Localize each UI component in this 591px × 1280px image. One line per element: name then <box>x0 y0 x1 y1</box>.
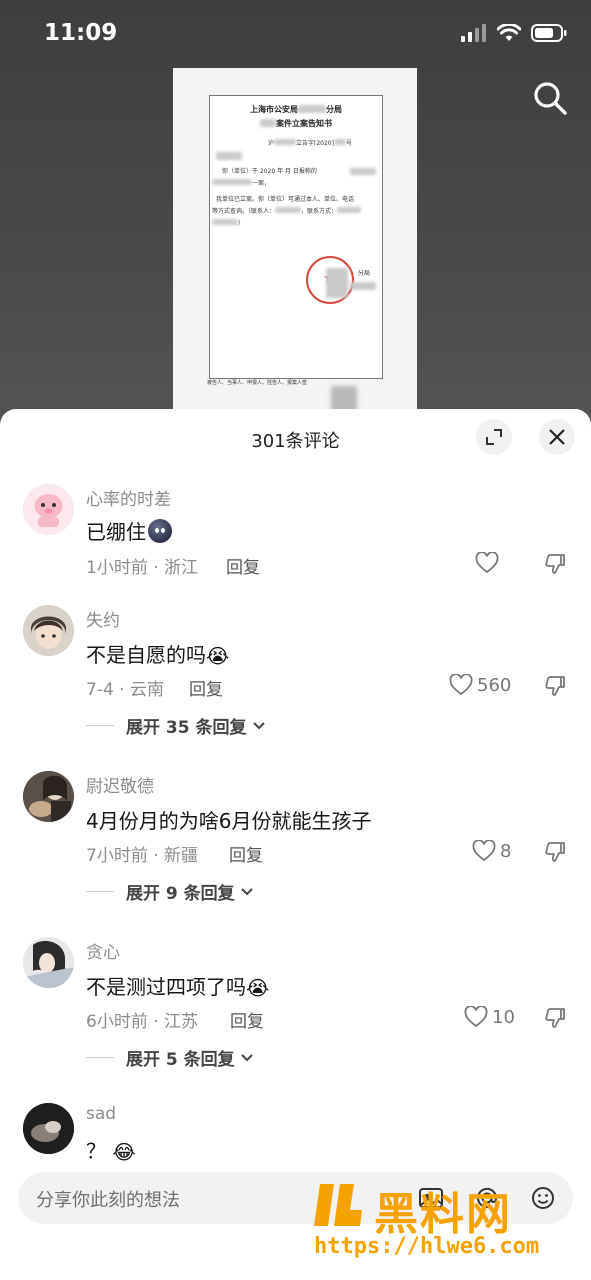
dark-face-emoji-icon <box>148 519 172 543</box>
dislike-button[interactable] <box>543 840 567 864</box>
chevron-down-icon <box>252 721 265 729</box>
watermark-url: https://hlwe6.com <box>314 1234 540 1259</box>
heart-icon <box>475 552 499 574</box>
reply-button[interactable]: 回复 <box>229 841 263 866</box>
comment-text: 不是测过四项了吗😭 <box>86 975 270 1000</box>
watermark-text: 黑料网 <box>374 1189 512 1240</box>
document-body-line: 一案， <box>212 178 270 187</box>
comment-input-placeholder: 分享你此刻的想法 <box>36 1190 180 1211</box>
avatar-image <box>23 1103 74 1154</box>
comment-time-location: 7小时前 · 新疆 <box>86 846 199 866</box>
status-icons <box>461 24 567 42</box>
reply-button[interactable]: 回复 <box>226 553 260 578</box>
reply-button[interactable]: 回复 <box>189 675 223 700</box>
comment-text: 已绷住 <box>86 516 172 545</box>
document-footer: 被告人、当事人、申报人、控告人、报案人签 <box>207 380 308 386</box>
document-title: 上海市公安局 分局 <box>250 105 342 114</box>
heart-icon <box>449 674 473 696</box>
watermark-logo-icon <box>314 1184 362 1226</box>
chevron-down-icon <box>240 887 253 895</box>
avatar-image <box>23 605 74 656</box>
avatar[interactable] <box>23 605 74 656</box>
expand-divider <box>86 1057 114 1058</box>
crying-emoji-icon: 😭 <box>206 644 230 668</box>
expand-sheet-button[interactable] <box>476 419 512 455</box>
close-sheet-button[interactable] <box>539 419 575 455</box>
dislike-icon <box>545 554 565 574</box>
avatar-image <box>23 771 74 822</box>
document-image: 上海市公安局 分局 案件立案告知书 沪立告字[2020] 号 你（单位）于 2020… <box>173 68 417 440</box>
document-subtitle: 案件立案告知书 <box>210 118 382 129</box>
like-count: 10 <box>492 1006 515 1028</box>
like-count: 8 <box>500 840 512 862</box>
document-body-line: 你（单位）于 2020 年 月 日报称的 <box>222 168 317 175</box>
expand-replies-label: 展开 5 条回复 <box>126 1050 235 1070</box>
comment-username[interactable]: sad <box>86 1104 116 1124</box>
expand-replies-button[interactable]: 展开 9 条回复 <box>86 879 255 904</box>
wifi-icon <box>497 24 521 41</box>
search-icon <box>534 82 567 115</box>
battery-icon <box>531 24 567 42</box>
crying-emoji-icon: 😭 <box>246 976 270 1000</box>
comment-username[interactable]: 尉迟敬德 <box>86 772 154 797</box>
comment-username[interactable]: 贪心 <box>86 938 120 963</box>
laughing-emoji-icon: 😂 <box>112 1140 136 1164</box>
expand-replies-label: 展开 9 条回复 <box>126 884 235 904</box>
expand-divider <box>86 725 114 726</box>
document-body-line: ） <box>212 218 244 227</box>
seal-caption: 分局 <box>358 270 371 277</box>
expand-replies-label: 展开 35 条回复 <box>126 718 247 738</box>
comment-text: 不是自愿的吗😭 <box>86 643 230 668</box>
document-number: 沪立告字[2020] 号 <box>268 139 352 147</box>
signal-icon <box>461 24 486 42</box>
like-count: 560 <box>477 674 512 696</box>
comment-username[interactable]: 心率的时差 <box>86 485 171 510</box>
like-button[interactable]: 560 <box>449 674 511 696</box>
dislike-icon <box>545 1008 565 1028</box>
dislike-button[interactable] <box>543 1006 567 1030</box>
expand-icon <box>486 429 502 445</box>
dislike-icon <box>545 676 565 696</box>
document-body-line: 我单位已立案。你（单位）可通过本人、单位、电话 <box>216 196 355 203</box>
chevron-down-icon <box>240 1053 253 1061</box>
comment-text: ？ 😂 <box>86 1139 136 1164</box>
expand-replies-button[interactable]: 展开 5 条回复 <box>86 1045 255 1070</box>
heart-icon <box>472 840 496 862</box>
document-body-line: 等方式查询。（联系人： ，联系方式： <box>212 206 362 215</box>
site-watermark: 黑料网 https://hlwe6.com <box>314 1178 584 1274</box>
status-time: 11:09 <box>44 20 118 46</box>
search-button[interactable] <box>532 80 572 120</box>
avatar[interactable] <box>23 937 74 988</box>
expand-divider <box>86 891 114 892</box>
sheet-header: 301条评论 <box>0 409 591 469</box>
like-button[interactable]: 8 <box>472 840 511 862</box>
dislike-icon <box>545 842 565 862</box>
avatar[interactable] <box>23 1103 74 1154</box>
close-icon <box>549 429 565 445</box>
comment-time-location: 1小时前 · 浙江 <box>86 558 199 578</box>
avatar[interactable] <box>23 771 74 822</box>
comment-time-location: 6小时前 · 江苏 <box>86 1012 199 1032</box>
avatar-image <box>23 484 74 535</box>
avatar[interactable] <box>23 484 74 535</box>
like-button[interactable]: 10 <box>464 1006 515 1028</box>
reply-button[interactable]: 回复 <box>230 1007 264 1032</box>
dislike-button[interactable] <box>543 674 567 698</box>
dislike-button[interactable] <box>543 552 567 576</box>
notice-document: 上海市公安局 分局 案件立案告知书 沪立告字[2020] 号 你（单位）于 2020… <box>209 95 383 379</box>
status-bar: 11:09 <box>0 0 591 70</box>
like-button[interactable] <box>475 552 499 574</box>
comment-username[interactable]: 失约 <box>86 606 120 631</box>
comment-text: 4月份月的为啥6月份就能生孩子 <box>86 809 372 833</box>
comment-time-location: 7-4 · 云南 <box>86 680 164 700</box>
expand-replies-button[interactable]: 展开 35 条回复 <box>86 713 267 738</box>
heart-icon <box>464 1006 488 1028</box>
avatar-image <box>23 937 74 988</box>
